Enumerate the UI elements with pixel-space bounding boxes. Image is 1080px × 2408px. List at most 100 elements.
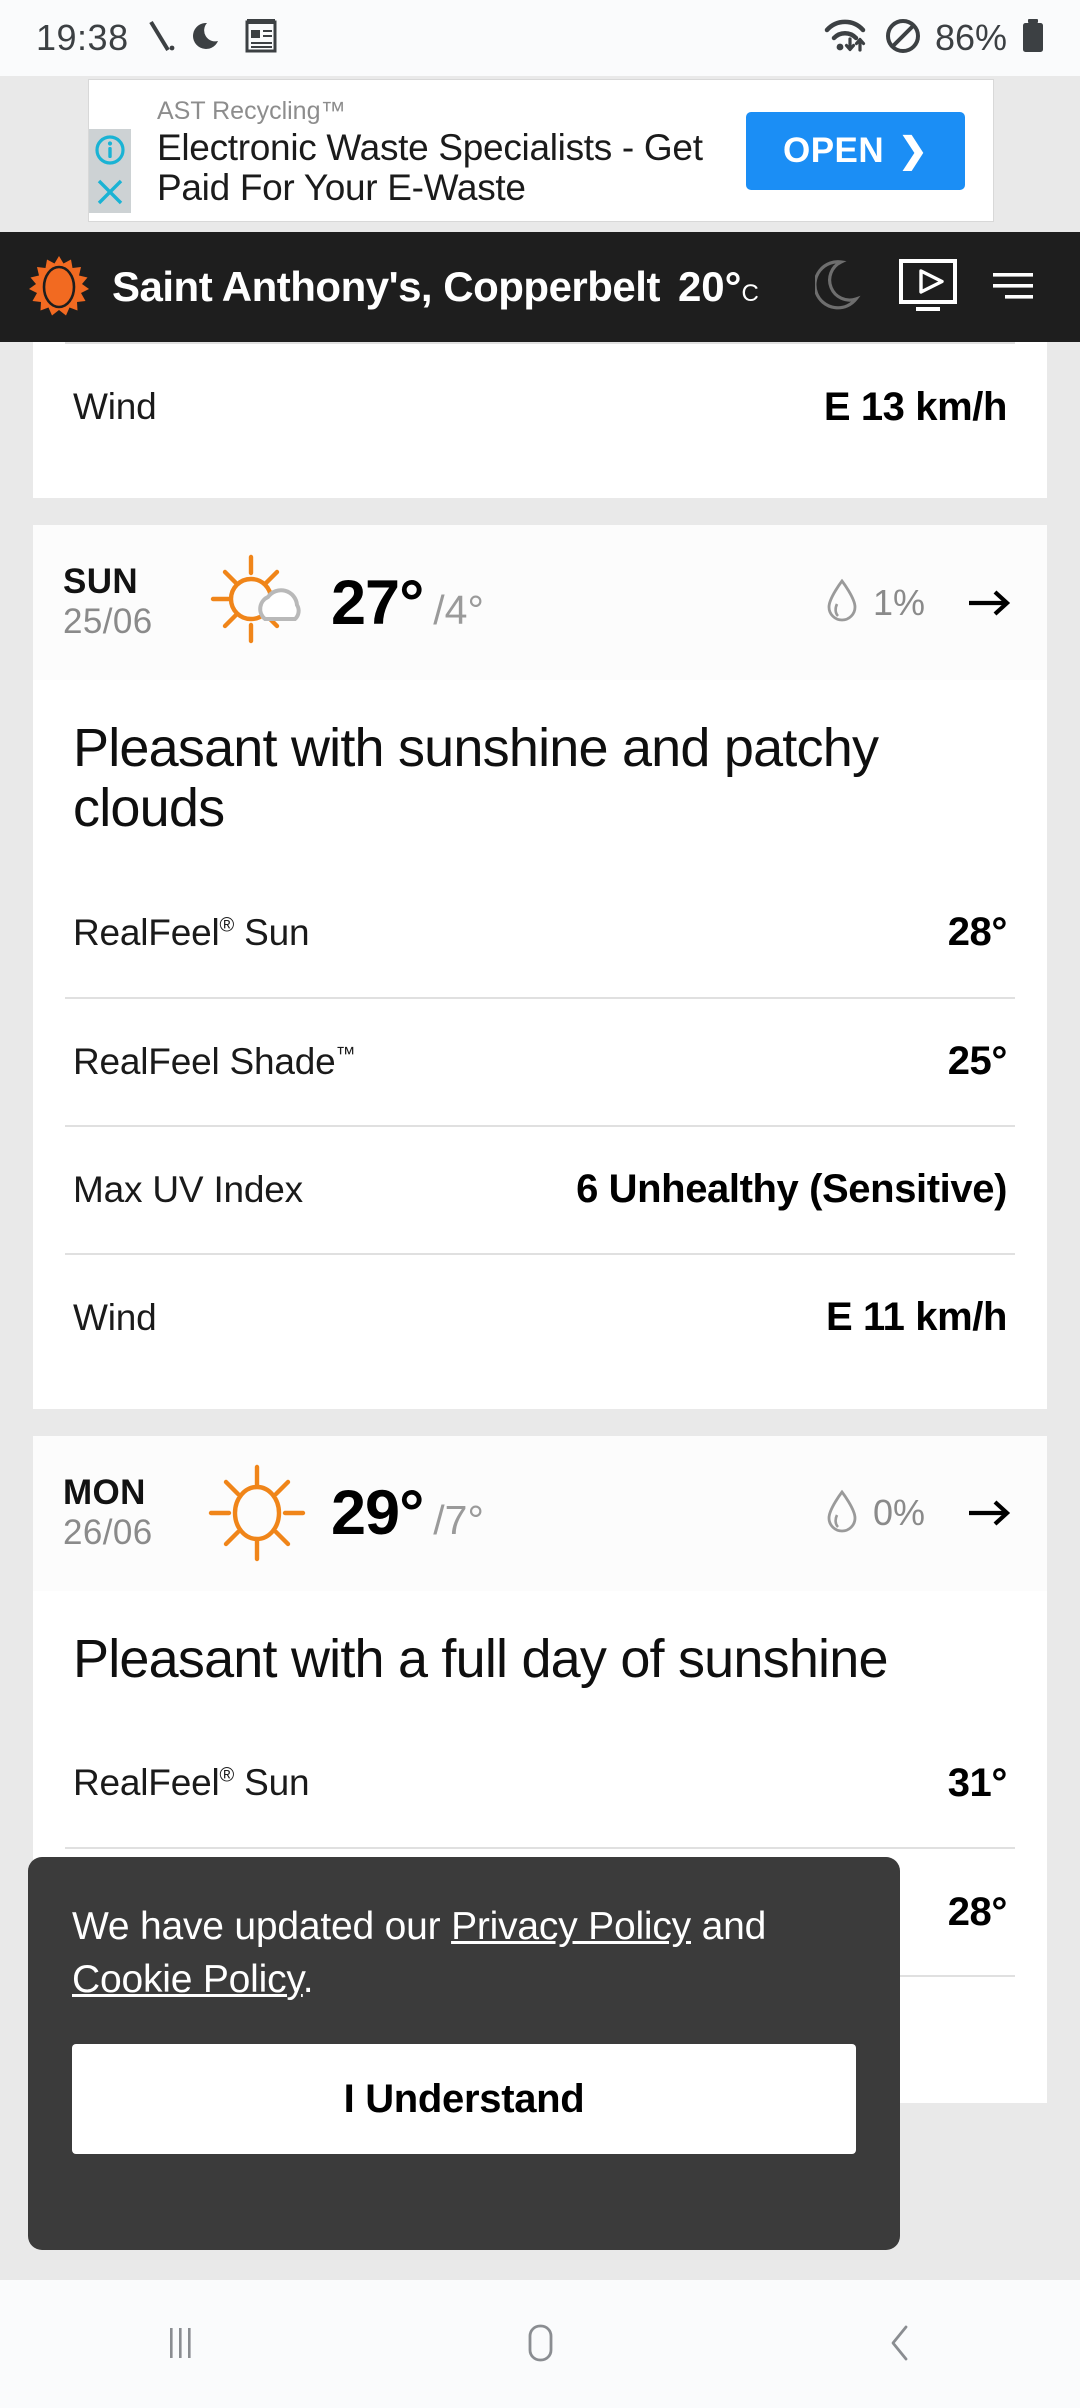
detail-row: RealFeel® Sun 28°: [65, 869, 1015, 997]
signal-slash-icon: [146, 18, 176, 59]
sunny-icon: [191, 1459, 323, 1567]
status-clock: 19:38: [36, 17, 129, 58]
wifi-transfer-icon: [823, 17, 871, 60]
detail-value: 28°: [947, 1889, 1008, 1934]
day-precipitation: 1%: [825, 577, 925, 628]
day-temperatures: 29° /7°: [323, 1477, 825, 1549]
app-header: Saint Anthony's, Copperbelt 20°C: [0, 232, 1080, 342]
droplet-icon: [825, 577, 859, 628]
ad-info-icon[interactable]: [89, 129, 131, 171]
consent-tail-text: .: [302, 1957, 314, 2001]
day-high-temp: 29°: [331, 1478, 424, 1549]
status-bar: 19:38 86%: [0, 0, 1080, 76]
day-header[interactable]: SUN 25/06 27° /4° 1%: [33, 525, 1047, 680]
droplet-icon: [825, 1488, 859, 1539]
recents-button[interactable]: [0, 2280, 360, 2408]
day-precipitation: 0%: [825, 1488, 925, 1539]
header-temperature-value: 20°: [677, 263, 742, 310]
detail-row: RealFeel® Sun 31°: [65, 1719, 1015, 1847]
ad-close-icon[interactable]: [89, 171, 131, 213]
privacy-policy-link[interactable]: Privacy Policy: [451, 1905, 691, 1948]
arrow-right-icon[interactable]: [967, 586, 1013, 620]
ad-open-button[interactable]: OPEN ❯: [746, 111, 965, 190]
detail-row: Max UV Index 6 Unhealthy (Sensitive): [65, 1124, 1015, 1253]
ad-advertiser-name: AST Recycling™: [157, 97, 346, 126]
partial-card-body: Wind E 13 km/h: [33, 342, 1047, 470]
day-temperatures: 27° /4°: [323, 567, 825, 639]
back-button[interactable]: [720, 2280, 1080, 2408]
detail-row: RealFeel Shade™ 25°: [65, 996, 1015, 1125]
detail-label: Max UV Index: [73, 1168, 303, 1210]
status-bar-left: 19:38: [36, 17, 278, 59]
cookie-consent-dialog: We have updated our Privacy Policy and C…: [28, 1857, 900, 2250]
day-header[interactable]: MON 26/06 29° /7° 0%: [33, 1435, 1047, 1591]
chevron-right-icon: ❯: [898, 130, 929, 170]
video-player-icon: [895, 255, 961, 320]
cookie-policy-link[interactable]: Cookie Policy: [72, 1958, 303, 2001]
detail-value: E 11 km/h: [826, 1295, 1007, 1340]
do-not-disturb-icon: [884, 17, 922, 60]
header-temperature: 20°C: [678, 263, 759, 311]
detail-label: RealFeel® Sun: [73, 1762, 310, 1804]
detail-label: Wind: [73, 386, 157, 427]
detail-value: 31°: [947, 1760, 1008, 1805]
day-of-week: SUN: [63, 562, 139, 602]
hamburger-menu-button[interactable]: [976, 263, 1050, 312]
location-name: Saint Anthony's, Copperbelt: [112, 263, 660, 310]
dark-mode-toggle-button[interactable]: [802, 255, 880, 320]
day-date: 25/06: [63, 601, 153, 641]
day-low-temp: /4°: [433, 586, 484, 633]
day-date-block: SUN 25/06: [63, 563, 191, 642]
detail-value: 6 Unhealthy (Sensitive): [576, 1167, 1007, 1212]
detail-label: Wind: [73, 1296, 157, 1338]
back-icon: [880, 2318, 920, 2371]
detail-row: Wind E 11 km/h: [65, 1252, 1015, 1381]
precipitation-percent: 0%: [872, 1492, 925, 1534]
day-body: Pleasant with sunshine and patchy clouds…: [33, 680, 1047, 1381]
arrow-right-icon[interactable]: [967, 1496, 1013, 1530]
detail-value: 25°: [947, 1039, 1008, 1084]
battery-icon: [1020, 17, 1046, 60]
detail-label: RealFeel® Sun: [73, 911, 310, 953]
recents-icon: [158, 2318, 202, 2371]
battery-percent-label: 86%: [934, 17, 1007, 58]
day-low-temp: /7°: [433, 1497, 484, 1544]
detail-value: 28°: [947, 910, 1008, 955]
moon-icon: [192, 19, 227, 58]
day-phrase: Pleasant with sunshine and patchy clouds: [73, 718, 879, 839]
detail-label: RealFeel Shade™: [73, 1040, 356, 1082]
home-button[interactable]: [360, 2280, 720, 2408]
card-bottom-spacer: [33, 470, 1047, 498]
day-of-week: MON: [63, 1473, 146, 1513]
consent-middle-text: and: [690, 1905, 767, 1948]
accuweather-sun-logo-icon[interactable]: [28, 256, 90, 318]
day-date: 26/06: [63, 1512, 153, 1552]
location-display[interactable]: Saint Anthony's, Copperbelt 20°C: [112, 263, 802, 311]
i-understand-button[interactable]: I Understand: [72, 2044, 856, 2155]
video-player-button[interactable]: [880, 255, 976, 320]
ad-headline: Electronic Waste Specialists - Get Paid …: [157, 126, 703, 208]
notes-icon: [244, 18, 278, 59]
consent-message: We have updated our Privacy Policy and C…: [72, 1901, 856, 2006]
status-bar-right: 86%: [823, 17, 1046, 60]
precipitation-percent: 1%: [872, 581, 925, 623]
partly-sunny-icon: [191, 549, 323, 657]
ad-control-icons: [89, 80, 131, 221]
day-phrase: Pleasant with a full day of sunshine: [73, 1628, 889, 1689]
detail-row: Wind E 13 km/h: [65, 342, 1015, 470]
header-temperature-unit: C: [741, 280, 759, 307]
advertisement-banner[interactable]: AST Recycling™ Electronic Waste Speciali…: [88, 79, 994, 222]
ad-text-block: AST Recycling™ Electronic Waste Speciali…: [131, 93, 746, 208]
day-high-temp: 27°: [331, 567, 424, 638]
ad-open-label: OPEN: [782, 130, 885, 170]
detail-value: E 13 km/h: [823, 384, 1008, 429]
day-card-sun: SUN 25/06 27° /4° 1% Pleasant with sunsh…: [33, 525, 1047, 1409]
consent-lead-text: We have updated our: [72, 1905, 452, 1948]
card-bottom-spacer: [33, 1381, 1047, 1409]
partial-day-card: Wind E 13 km/h: [33, 342, 1047, 498]
home-icon: [518, 2317, 562, 2372]
moon-icon: [813, 255, 867, 320]
hamburger-menu-icon: [987, 263, 1039, 312]
day-date-block: MON 26/06: [63, 1474, 191, 1553]
android-navigation-bar: [0, 2280, 1080, 2408]
